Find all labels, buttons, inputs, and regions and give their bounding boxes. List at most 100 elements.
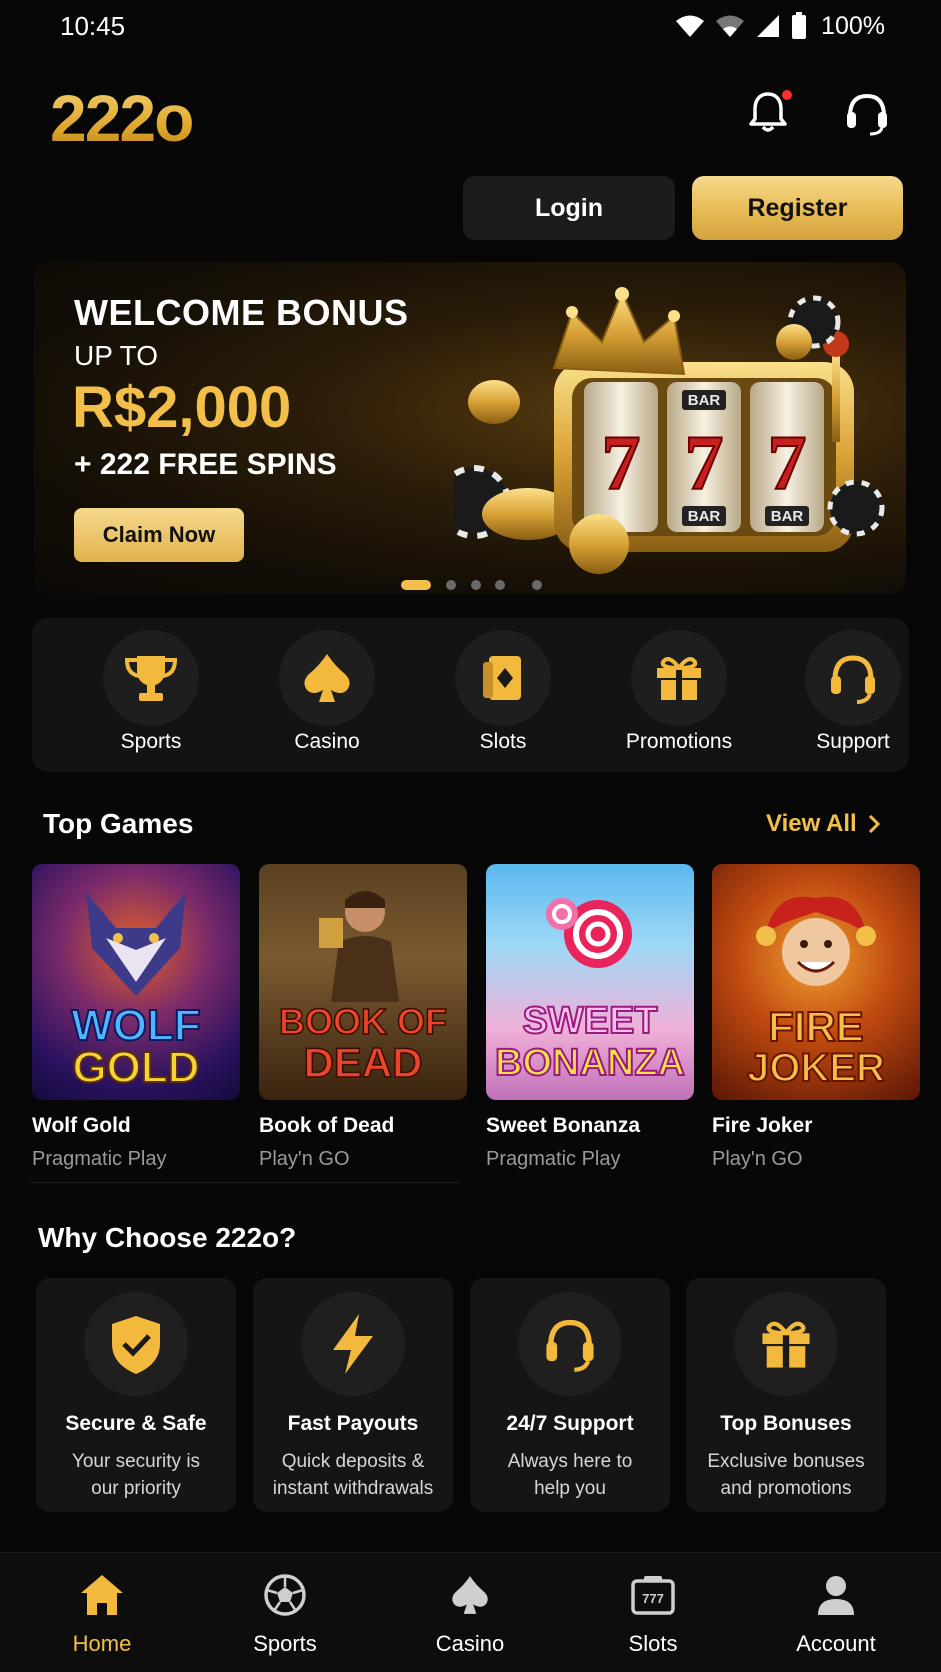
quicknav-casino[interactable]: Casino xyxy=(252,630,402,760)
nav-casino[interactable]: Casino xyxy=(395,1573,545,1657)
game-thumbnail[interactable]: WOLF GOLD xyxy=(32,864,240,1100)
home-icon xyxy=(81,1575,123,1615)
game-name: Wolf Gold xyxy=(32,1114,131,1137)
carousel-indicator xyxy=(0,578,941,592)
status-bar: 10:45 100% xyxy=(0,0,941,52)
carousel-dot-3[interactable] xyxy=(471,580,481,590)
game-thumbnail[interactable]: BOOK OF DEAD xyxy=(259,864,467,1100)
headset-icon xyxy=(546,1319,594,1372)
why-card-description: Always here to help you xyxy=(507,1451,633,1499)
why-card-description: Quick deposits & instant withdrawals xyxy=(272,1451,434,1499)
headset-icon xyxy=(831,655,875,704)
welcome-bonus-banner[interactable]: WELCOME BONUS UP TO R$2,000 + 222 FREE S… xyxy=(34,262,906,594)
reel-bar-bottom: BAR xyxy=(688,508,721,525)
reel-bar-bottom-right: BAR xyxy=(771,508,804,525)
app-header: 222o xyxy=(0,70,941,160)
why-card-title: 24/7 Support xyxy=(506,1412,634,1435)
top-games-title: Top Games xyxy=(43,808,194,839)
nav-label: Slots xyxy=(628,1631,678,1656)
reel-seven-1: 7 xyxy=(602,419,641,506)
nav-label: Account xyxy=(796,1631,876,1656)
explorer-icon xyxy=(319,891,399,1002)
reel-seven-3: 7 xyxy=(768,419,807,506)
quicknav-support[interactable]: Support xyxy=(778,630,928,760)
register-button[interactable]: Register xyxy=(692,176,903,240)
why-card-description: Your security is our priority xyxy=(71,1451,201,1499)
quicknav-label: Sports xyxy=(120,730,182,753)
view-all-link[interactable]: View All xyxy=(766,810,881,838)
bottom-navigation: Home Sports Casino 777 Slots Account xyxy=(0,1552,941,1672)
notification-badge xyxy=(782,90,792,100)
spade-icon xyxy=(304,654,350,702)
nav-label: Home xyxy=(72,1631,132,1656)
wifi-weak-icon xyxy=(716,15,745,37)
reel-bar-top: BAR xyxy=(688,392,721,409)
nav-sports[interactable]: Sports xyxy=(210,1573,360,1657)
carousel-dot-2[interactable] xyxy=(446,580,456,590)
login-button[interactable]: Login xyxy=(463,176,675,240)
quicknav-label: Promotions xyxy=(625,730,733,753)
banner-amount: R$2,000 xyxy=(72,375,292,440)
why-card-payouts: Fast Payouts Quick deposits & instant wit… xyxy=(253,1278,453,1512)
svg-text:777: 777 xyxy=(642,1591,664,1606)
carousel-dot-1[interactable] xyxy=(401,580,431,590)
game-art-line1: FIRE xyxy=(767,1003,865,1050)
game-provider: Pragmatic Play xyxy=(486,1148,621,1170)
game-art-line1: SWEET xyxy=(521,1000,658,1042)
card-icon xyxy=(483,656,521,700)
quicknav-promotions[interactable]: Promotions xyxy=(604,630,754,760)
reel-seven-2: 7 xyxy=(685,419,724,506)
game-thumbnail[interactable]: FIRE JOKER xyxy=(712,864,920,1100)
quicknav-label: Casino xyxy=(294,730,360,753)
why-card-secure: Secure & Safe Your security is our priori… xyxy=(36,1278,236,1512)
quicknav-slots[interactable]: Slots xyxy=(428,630,578,760)
game-provider: Pragmatic Play xyxy=(32,1148,167,1170)
banner-free-spins: + 222 FREE SPINS xyxy=(74,448,337,481)
carousel-dot-4[interactable] xyxy=(495,580,505,590)
claim-now-button[interactable]: Claim Now xyxy=(74,508,244,562)
why-card-title: Fast Payouts xyxy=(287,1412,419,1435)
carousel-dot-5[interactable] xyxy=(532,580,542,590)
why-card-support: 24/7 Support Always here to help you xyxy=(470,1278,670,1512)
game-name: Book of Dead xyxy=(259,1114,395,1137)
status-icons: 100% xyxy=(675,12,885,41)
game-provider: Play'n GO xyxy=(712,1148,803,1170)
quick-navigation: Sports Casino Slots Promotions Support xyxy=(32,618,909,772)
quicknav-label: Support xyxy=(816,730,890,753)
brand-logo[interactable]: 222o xyxy=(50,80,194,156)
nav-account[interactable]: Account xyxy=(761,1573,911,1657)
signal-icon xyxy=(757,15,780,37)
slot-machine-illustration: BAR 7 7 7 BAR BAR xyxy=(454,287,885,574)
game-art-line1: BOOK OF xyxy=(278,1001,448,1042)
game-art-line1: WOLF xyxy=(70,1001,202,1050)
why-card-title: Secure & Safe xyxy=(65,1412,207,1435)
battery-level: 100% xyxy=(821,11,885,40)
quicknav-sports[interactable]: Sports xyxy=(76,630,226,760)
game-card-sweet-bonanza[interactable]: SWEET BONANZA Sweet Bonanza Pragmatic Pl… xyxy=(486,864,696,1171)
why-card-bonuses: Top Bonuses Exclusive bonuses and promoti… xyxy=(686,1278,886,1512)
view-all-label: View All xyxy=(766,810,857,837)
game-card-fire-joker[interactable]: FIRE JOKER Fire Joker Play'n GO xyxy=(712,864,922,1171)
game-art-line2: BONANZA xyxy=(494,1042,686,1084)
quicknav-label: Slots xyxy=(479,730,527,753)
why-card-title: Top Bonuses xyxy=(720,1412,852,1435)
why-choose-title: Why Choose 222o? xyxy=(38,1222,297,1253)
game-card-book-of-dead[interactable]: BOOK OF DEAD Book of Dead Play'n GO xyxy=(259,864,469,1171)
wolf-icon xyxy=(86,892,186,996)
soccer-ball-icon xyxy=(264,1574,306,1616)
nav-home[interactable]: Home xyxy=(27,1573,177,1657)
game-name: Sweet Bonanza xyxy=(486,1114,641,1137)
battery-icon xyxy=(792,12,807,39)
joker-icon xyxy=(756,896,876,986)
chevron-right-icon xyxy=(868,814,880,834)
slot-machine-icon: 777 xyxy=(631,1576,675,1615)
section-divider xyxy=(30,1182,460,1183)
game-thumbnail[interactable]: SWEET BONANZA xyxy=(486,864,694,1100)
user-icon xyxy=(818,1576,854,1615)
banner-title: WELCOME BONUS xyxy=(74,292,409,333)
wifi-icon xyxy=(676,15,705,37)
support-headset-icon[interactable] xyxy=(842,88,892,138)
why-card-description: Exclusive bonuses and promotions xyxy=(707,1451,865,1499)
nav-slots[interactable]: 777 Slots xyxy=(578,1573,728,1657)
game-card-wolf-gold[interactable]: WOLF GOLD Wolf Gold Pragmatic Play xyxy=(32,864,242,1171)
